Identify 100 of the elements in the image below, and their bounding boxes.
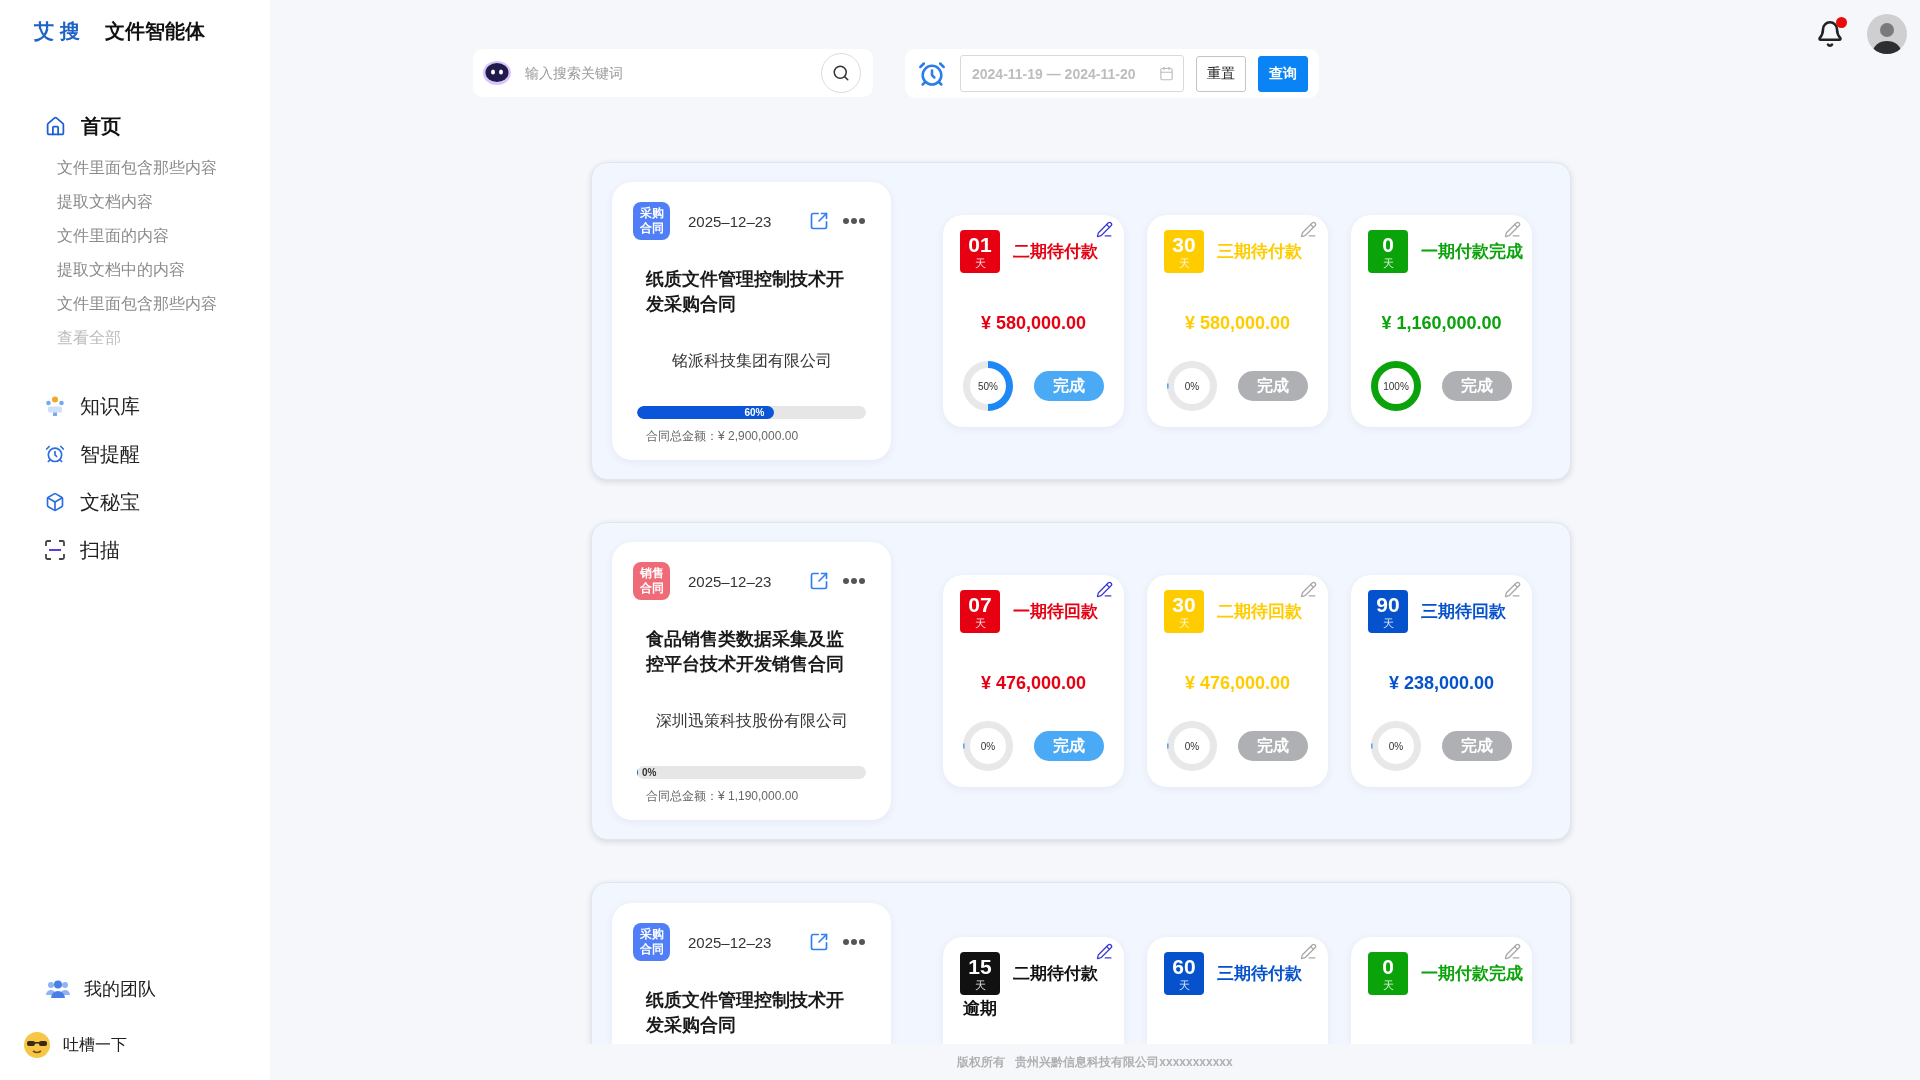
- installment-amount: ¥ 238,000.00: [1387, 672, 1496, 695]
- contract-title: 食品销售类数据采集及监控平台技术开发销售合同: [645, 628, 845, 676]
- contract-type-tag: 采购合同: [633, 202, 670, 240]
- nav-item[interactable]: 首页: [45, 102, 270, 150]
- company-name: 深圳迅策科技股份有限公司: [654, 711, 849, 731]
- query-button[interactable]: 查询: [1258, 55, 1308, 92]
- progress-ring-label: 0%: [1388, 740, 1404, 752]
- alarm-clock-icon: [45, 444, 65, 464]
- installment-amount: ¥ 580,000.00: [1183, 312, 1292, 335]
- external-link-icon[interactable]: [809, 571, 829, 591]
- calendar-icon: [1159, 66, 1174, 81]
- progress-ring-label: 100%: [1383, 380, 1409, 392]
- progress-ring-label: 0%: [1184, 380, 1200, 392]
- contract-title: 纸质文件管理控制技术开发采购合同: [644, 989, 845, 1037]
- progress-ring-label: 50%: [978, 380, 998, 392]
- robot-icon: [483, 61, 511, 85]
- pencil-icon[interactable]: [1096, 943, 1113, 960]
- progress-label: 60%: [744, 406, 765, 419]
- day-count: 0: [1382, 233, 1394, 257]
- installment-title: 二期待付款: [1013, 963, 1098, 985]
- alarm-clock-icon: [918, 59, 946, 88]
- copyright-text: 版权所有 贵州兴黔信息科技有限公司xxxxxxxxxxx: [957, 1053, 1233, 1071]
- sub-menu-item[interactable]: 文件里面的内容: [45, 219, 270, 253]
- sub-menu-item[interactable]: 文件里面包含那些内容: [45, 287, 270, 321]
- org-chart-icon: [45, 396, 65, 416]
- installment-amount: ¥ 580,000.00: [979, 312, 1088, 335]
- team-icon: [46, 980, 70, 998]
- sub-menu-item[interactable]: 文件里面包含那些内容: [45, 151, 270, 185]
- installment-amount: ¥ 476,000.00: [979, 672, 1088, 695]
- external-link-icon[interactable]: [809, 211, 829, 231]
- installment-title: 二期待回款: [1217, 601, 1302, 623]
- installment-title: 三期待付款: [1217, 963, 1302, 985]
- contract-date: 2025–12–23: [688, 212, 772, 230]
- day-unit: 天: [1178, 257, 1190, 270]
- day-count: 01: [968, 233, 992, 257]
- scan-icon: [45, 540, 65, 560]
- view-all-link[interactable]: 查看全部: [45, 321, 270, 355]
- sidebar-link[interactable]: 我的团队: [0, 969, 270, 1009]
- day-unit: 天: [1382, 257, 1394, 270]
- search-button[interactable]: [821, 53, 861, 93]
- nav-item[interactable]: 智提醒: [45, 430, 270, 478]
- installment-title: 三期待回款: [1421, 601, 1506, 623]
- complete-button[interactable]: 完成: [1034, 371, 1104, 401]
- progress-ring-label: 0%: [980, 740, 996, 752]
- day-count: 60: [1172, 955, 1196, 979]
- nav-item[interactable]: 知识库: [45, 382, 270, 430]
- day-unit: 天: [974, 617, 986, 630]
- home-icon: [45, 115, 66, 137]
- contract-total: 合同总金额：¥ 1,190,000.00: [645, 788, 800, 804]
- cube-icon: [45, 492, 65, 512]
- progress-ring-label: 0%: [1184, 740, 1200, 752]
- app-title: 文件智能体: [104, 18, 205, 44]
- day-count: 30: [1172, 233, 1196, 257]
- avatar[interactable]: [1867, 14, 1907, 54]
- installment-title: 一期付款完成: [1421, 241, 1523, 263]
- day-count: 30: [1172, 593, 1196, 617]
- more-icon[interactable]: [843, 578, 865, 584]
- search-icon: [832, 64, 850, 82]
- pencil-icon[interactable]: [1096, 221, 1113, 238]
- installment-amount: ¥ 476,000.00: [1183, 672, 1292, 695]
- sub-menu-item[interactable]: 提取文档内容: [45, 185, 270, 219]
- sub-menu-item[interactable]: 提取文档中的内容: [45, 253, 270, 287]
- nav-item[interactable]: 文秘宝: [45, 478, 270, 526]
- contract-total: 合同总金额：¥ 2,900,000.00: [645, 428, 800, 444]
- nav-item[interactable]: 扫描: [45, 526, 270, 574]
- installment-title: 一期付款完成: [1421, 963, 1523, 985]
- day-unit: 天: [1178, 617, 1190, 630]
- company-name: 铭派科技集团有限公司: [670, 351, 833, 371]
- more-icon[interactable]: [843, 939, 865, 945]
- installment-amount: ¥ 1,160,000.00: [1380, 312, 1503, 335]
- day-count: 15: [968, 955, 992, 979]
- notification-button[interactable]: [1816, 20, 1844, 48]
- date-range-input[interactable]: 2024-11-19 — 2024-11-20: [960, 55, 1184, 92]
- day-unit: 天: [1382, 979, 1394, 992]
- complete-button[interactable]: 完成: [1034, 731, 1104, 761]
- contract-type-tag: 采购合同: [633, 923, 670, 961]
- glasses-face-icon: [24, 1032, 50, 1058]
- logo: 艾 搜: [34, 18, 80, 44]
- day-unit: 天: [974, 979, 986, 992]
- installment-title: 三期待付款: [1217, 241, 1302, 263]
- day-unit: 天: [1382, 617, 1394, 630]
- external-link-icon[interactable]: [809, 932, 829, 952]
- contract-title: 纸质文件管理控制技术开发采购合同: [644, 268, 845, 316]
- day-unit: 天: [974, 257, 986, 270]
- bell-icon: [1816, 20, 1844, 48]
- installment-title: 二期待付款: [1013, 241, 1098, 263]
- sidebar-link[interactable]: 吐槽一下: [0, 1025, 270, 1065]
- installment-title: 一期待回款: [1013, 601, 1098, 623]
- reset-button[interactable]: 重置: [1196, 55, 1246, 92]
- day-count: 0: [1382, 955, 1394, 979]
- day-count: 07: [968, 593, 992, 617]
- contract-date: 2025–12–23: [688, 933, 772, 951]
- search-input[interactable]: 输入搜索关键词: [525, 58, 807, 88]
- contract-date: 2025–12–23: [688, 572, 772, 590]
- day-count: 90: [1376, 593, 1400, 617]
- overdue-label: 逾期: [963, 998, 997, 1020]
- pencil-icon[interactable]: [1096, 581, 1113, 598]
- search-field[interactable]: 输入搜索关键词: [473, 49, 873, 97]
- contract-type-tag: 销售合同: [633, 562, 670, 600]
- more-icon[interactable]: [843, 218, 865, 224]
